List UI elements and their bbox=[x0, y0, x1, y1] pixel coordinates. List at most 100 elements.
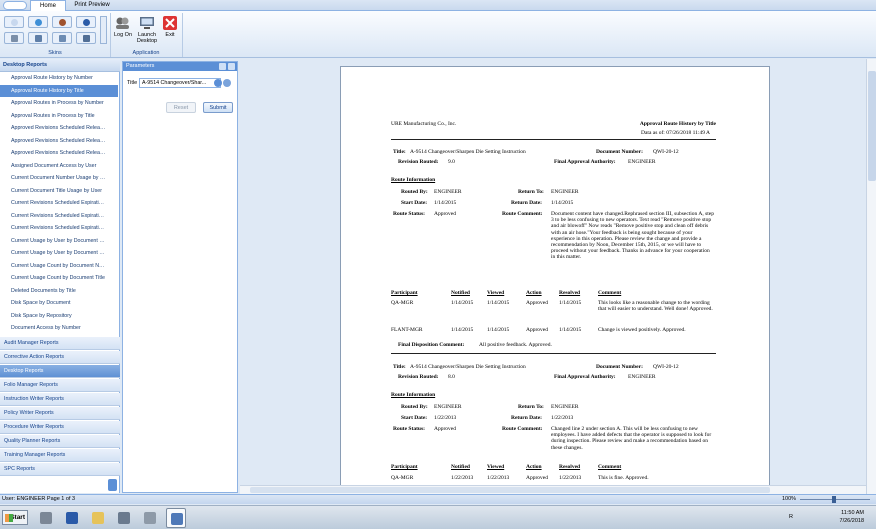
navigation-pane: Desktop Reports Approval Route History b… bbox=[0, 59, 120, 493]
report-item[interactable]: Current Revisions Scheduled Expiratio... bbox=[0, 222, 106, 235]
docnum: QWI-20-12 bbox=[653, 149, 679, 155]
chevron-down-icon[interactable] bbox=[214, 79, 222, 87]
scroll-thumb[interactable] bbox=[868, 71, 876, 181]
report-item[interactable]: Approval Route History by Number bbox=[0, 72, 106, 85]
report-item[interactable]: Current Document Title Usage by User bbox=[0, 185, 106, 198]
rev-label: Revision Routed: bbox=[398, 374, 439, 380]
server-manager-icon[interactable] bbox=[36, 508, 56, 528]
cell-participant: QA-MGR bbox=[391, 300, 414, 306]
report-item[interactable]: Current Usage Count by Document Nu... bbox=[0, 260, 106, 273]
category-training-manager[interactable]: Training Manager Reports bbox=[0, 449, 120, 462]
category-quality-planner[interactable]: Quality Planner Reports bbox=[0, 435, 120, 448]
cell-comment: Change is viewed positively. Approved. bbox=[598, 327, 686, 333]
category-instruction-writer[interactable]: Instruction Writer Reports bbox=[0, 393, 120, 406]
company-name: URE Manufacturing Co., Inc. bbox=[391, 121, 457, 127]
report-item-selected[interactable]: Approval Route History by Title bbox=[0, 84, 118, 97]
zoom-slider-thumb[interactable] bbox=[832, 496, 836, 503]
cell-action: Approved bbox=[526, 300, 548, 306]
taskbar: Start R 11:50 AM 7/26/2018 bbox=[0, 505, 876, 529]
exit-button[interactable]: Exit bbox=[160, 16, 180, 38]
log-on-button[interactable]: Log On bbox=[112, 16, 134, 38]
skin-option-1[interactable] bbox=[4, 16, 24, 28]
report-item[interactable]: Approval Routes in Process by Number bbox=[0, 97, 106, 110]
category-desktop[interactable]: Desktop Reports bbox=[0, 365, 120, 378]
reset-button[interactable]: Reset bbox=[166, 102, 196, 113]
zoom-level: 100% bbox=[782, 496, 797, 502]
skin-option-4[interactable] bbox=[76, 16, 96, 28]
title-label: Title: bbox=[393, 149, 406, 155]
clock-time[interactable]: 11:50 AM bbox=[841, 510, 864, 516]
final-comment: All positive feedback. Approved. bbox=[479, 342, 552, 348]
category-policy-writer[interactable]: Policy Writer Reports bbox=[0, 407, 120, 420]
category-corrective-action[interactable]: Corrective Action Reports bbox=[0, 351, 120, 364]
launch-desktop-button[interactable]: Launch Desktop bbox=[135, 16, 159, 44]
report-item[interactable]: Current Revisions Scheduled Expiratio... bbox=[0, 197, 106, 210]
route-status: Approved bbox=[434, 211, 456, 217]
category-spc[interactable]: SPC Reports bbox=[0, 463, 120, 476]
col-action: Action bbox=[526, 464, 542, 470]
log-on-label: Log On bbox=[113, 32, 133, 38]
col-viewed: Viewed bbox=[487, 464, 505, 470]
report-item[interactable]: Approved Revisions Scheduled Releas... bbox=[0, 122, 106, 135]
skin-option-2[interactable] bbox=[28, 16, 48, 28]
title-select[interactable]: A-9514 Changeover/Shar... bbox=[139, 78, 221, 88]
lookup-icon[interactable] bbox=[223, 79, 231, 87]
routed-by: ENGINEER bbox=[434, 189, 462, 195]
tab-print-preview[interactable]: Print Preview bbox=[70, 0, 114, 11]
report-item[interactable]: Approval Routes in Process by Title bbox=[0, 110, 106, 123]
pin-icon[interactable] bbox=[219, 63, 226, 70]
report-item[interactable]: Disk Space by Repository bbox=[0, 310, 106, 323]
skins-gallery-scroll[interactable] bbox=[100, 16, 107, 44]
window-controls bbox=[848, 3, 874, 9]
desktop-app-icon[interactable] bbox=[114, 508, 134, 528]
col-comment: Comment bbox=[598, 290, 622, 296]
parameters-panel: Parameters Title A-9514 Changeover/Shar.… bbox=[122, 61, 238, 493]
report-item[interactable]: Deleted Documents by Title bbox=[0, 285, 106, 298]
powershell-icon[interactable] bbox=[62, 508, 82, 528]
report-item[interactable]: Current Document Number Usage by U... bbox=[0, 172, 106, 185]
report-item[interactable]: Approved Revisions Scheduled Releas... bbox=[0, 135, 106, 148]
parameters-header: Parameters bbox=[123, 62, 237, 71]
route-comment: Changed line 2 under section A. This wil… bbox=[551, 426, 712, 451]
report-page: URE Manufacturing Co., Inc. Approval Rou… bbox=[340, 66, 770, 494]
skin-option-5[interactable] bbox=[4, 32, 24, 44]
ribbon-tab-bar: Home Print Preview bbox=[0, 0, 876, 11]
cell-viewed: 1/22/2013 bbox=[487, 475, 510, 481]
report-item[interactable]: Document Access by Number bbox=[0, 322, 106, 335]
submit-button[interactable]: Submit bbox=[203, 102, 233, 113]
close-icon[interactable] bbox=[228, 63, 235, 70]
cell-resolved: 1/14/2015 bbox=[559, 300, 582, 306]
category-procedure-writer[interactable]: Procedure Writer Reports bbox=[0, 421, 120, 434]
vertical-scrollbar[interactable] bbox=[866, 59, 876, 494]
report-item[interactable]: Current Usage Count by Document Title bbox=[0, 272, 106, 285]
cell-notified: 1/14/2015 bbox=[451, 327, 474, 333]
horizontal-scrollbar[interactable] bbox=[240, 485, 866, 494]
report-item[interactable]: Current Usage by User by Document Title bbox=[0, 247, 106, 260]
application-menu-button[interactable] bbox=[3, 1, 27, 10]
final-comment-label: Final Disposition Comment: bbox=[398, 342, 465, 348]
expand-pane-icon[interactable] bbox=[108, 479, 117, 491]
skin-option-6[interactable] bbox=[28, 32, 48, 44]
start-button[interactable]: Start bbox=[2, 510, 28, 525]
category-audit-manager[interactable]: Audit Manager Reports bbox=[0, 337, 120, 350]
skin-option-7[interactable] bbox=[52, 32, 72, 44]
start-date: 1/14/2015 bbox=[434, 200, 457, 206]
scroll-thumb[interactable] bbox=[250, 487, 770, 493]
report-item[interactable]: Current Revisions Scheduled Expiratio... bbox=[0, 210, 106, 223]
explorer-icon[interactable] bbox=[88, 508, 108, 528]
category-folio-manager[interactable]: Folio Manager Reports bbox=[0, 379, 120, 392]
cell-comment: This looks like a reasonable change to t… bbox=[598, 300, 713, 313]
report-item[interactable]: Disk Space by Document bbox=[0, 297, 106, 310]
user-page-status: User: ENGINEER Page 1 of 3 bbox=[2, 496, 76, 502]
cell-notified: 1/22/2013 bbox=[451, 475, 474, 481]
report-item[interactable]: Approved Revisions Scheduled Releas... bbox=[0, 147, 106, 160]
skin-option-8[interactable] bbox=[76, 32, 96, 44]
cell-action: Approved bbox=[526, 475, 548, 481]
tab-home[interactable]: Home bbox=[30, 0, 66, 11]
report-app-icon[interactable] bbox=[166, 508, 186, 528]
clock-date[interactable]: 7/26/2018 bbox=[840, 518, 864, 524]
skin-option-3[interactable] bbox=[52, 16, 72, 28]
report-item[interactable]: Assigned Document Access by User bbox=[0, 160, 106, 173]
report-item[interactable]: Current Usage by User by Document N... bbox=[0, 235, 106, 248]
tools-icon[interactable] bbox=[140, 508, 160, 528]
